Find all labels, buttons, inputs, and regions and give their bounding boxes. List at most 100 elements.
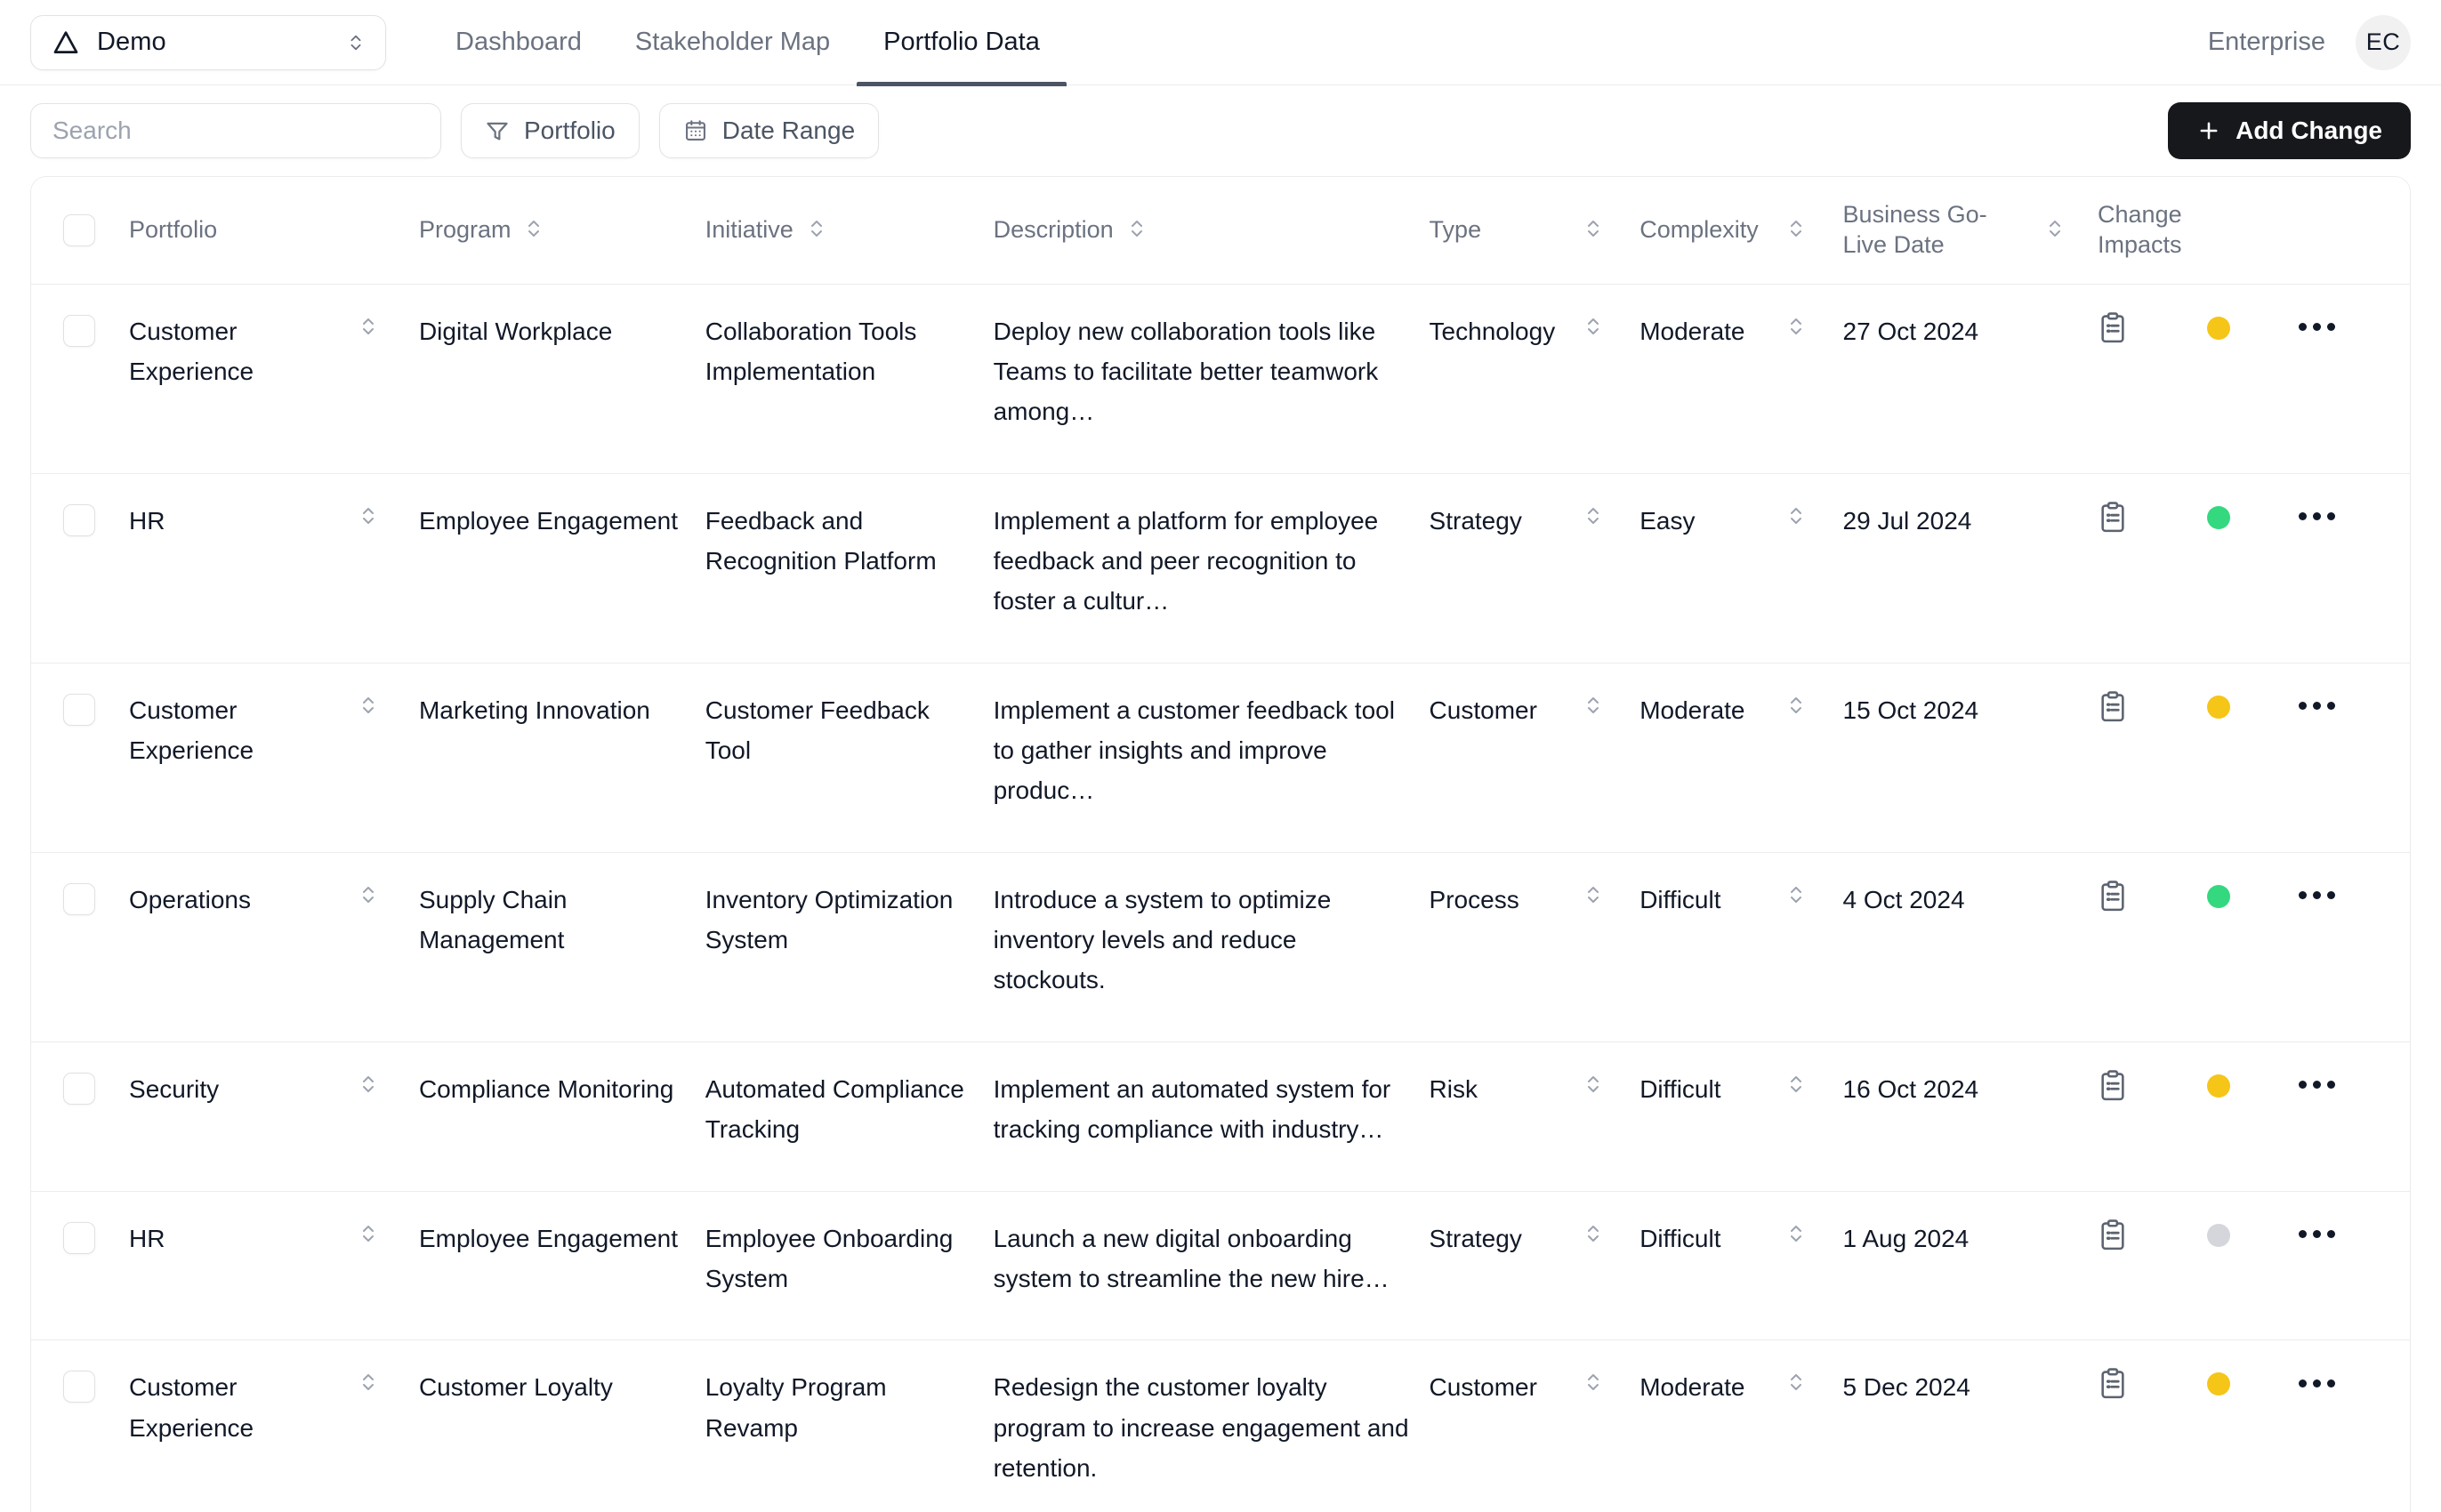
avatar[interactable]: EC [2356,14,2411,70]
sort-type-row-icon[interactable] [1583,501,1604,531]
select-all-checkbox[interactable] [63,213,95,246]
column-header-go-live-date-sort[interactable] [2043,177,2099,285]
clipboard-list-icon[interactable] [2098,1069,2128,1103]
sort-portfolio-row-icon[interactable] [358,690,379,720]
column-header-type-sort[interactable] [1582,177,1640,285]
clipboard-list-icon[interactable] [2098,690,2128,724]
sort-complexity-row-icon[interactable] [1785,880,1807,910]
row-select-checkbox[interactable] [63,882,95,915]
table-row[interactable]: Customer Experience Digital Workplace Coll… [31,284,2410,474]
cell-actions[interactable] [2299,1191,2410,1341]
sort-type-row-icon[interactable] [1583,690,1604,720]
cell-change-impacts[interactable] [2098,663,2207,853]
table-row[interactable]: Security Compliance Monitoring Automated C… [31,1042,2410,1192]
clipboard-list-icon[interactable] [2098,311,2128,345]
cell-complexity-sort[interactable] [1785,663,1843,853]
clipboard-list-icon[interactable] [2098,501,2128,535]
column-header-type[interactable]: Type [1429,177,1583,285]
column-header-initiative[interactable]: Initiative [705,177,994,285]
sort-portfolio-row-icon[interactable] [358,1069,379,1099]
cell-complexity-sort[interactable] [1785,1339,1843,1512]
cell-change-impacts[interactable] [2098,473,2207,664]
cell-complexity-sort[interactable] [1785,1042,1843,1192]
cell-type-sort[interactable] [1582,663,1640,853]
cell-portfolio-sort[interactable] [358,1191,419,1341]
sort-complexity-row-icon[interactable] [1785,1069,1807,1099]
more-horizontal-icon[interactable] [2299,1078,2336,1092]
clipboard-list-icon[interactable] [2098,1367,2128,1401]
cell-actions[interactable] [2299,1339,2410,1512]
cell-portfolio-sort[interactable] [358,473,419,664]
row-select-checkbox[interactable] [63,1371,95,1403]
cell-change-impacts[interactable] [2098,1191,2207,1341]
sort-go-live-date-icon[interactable] [2044,215,2066,245]
cell-portfolio-sort[interactable] [358,1339,419,1512]
row-select-checkbox[interactable] [63,314,95,347]
cell-actions[interactable] [2299,663,2410,853]
sort-type-icon[interactable] [1583,215,1604,245]
column-header-description[interactable]: Description [993,177,1430,285]
sort-initiative-icon[interactable] [806,215,827,245]
row-select-checkbox[interactable] [63,693,95,726]
cell-portfolio-sort[interactable] [358,1042,419,1192]
org-switcher[interactable]: Demo [30,14,386,70]
table-row[interactable]: HR Employee Engagement Employee Onboarding… [31,1191,2410,1341]
cell-change-impacts[interactable] [2098,1042,2207,1192]
cell-complexity-sort[interactable] [1785,473,1843,664]
cell-change-impacts[interactable] [2098,1339,2207,1512]
column-header-portfolio[interactable]: Portfolio [129,177,358,285]
cell-type-sort[interactable] [1582,852,1640,1042]
sort-description-icon[interactable] [1126,215,1148,245]
more-horizontal-icon[interactable] [2299,699,2336,713]
more-horizontal-icon[interactable] [2299,510,2336,524]
sort-complexity-row-icon[interactable] [1785,501,1807,531]
sort-complexity-row-icon[interactable] [1785,1218,1807,1249]
sort-type-row-icon[interactable] [1583,1069,1604,1099]
sort-complexity-row-icon[interactable] [1785,690,1807,720]
sort-portfolio-row-icon[interactable] [358,1367,379,1397]
cell-change-impacts[interactable] [2098,284,2207,474]
more-horizontal-icon[interactable] [2299,320,2336,334]
cell-complexity-sort[interactable] [1785,1191,1843,1341]
row-select-checkbox[interactable] [63,1072,95,1105]
table-row[interactable]: HR Employee Engagement Feedback and Recogn… [31,473,2410,664]
more-horizontal-icon[interactable] [2299,1227,2336,1242]
column-header-go-live-date[interactable]: Business Go- Live Date [1842,177,2044,285]
column-header-complexity-sort[interactable] [1785,177,1843,285]
cell-type-sort[interactable] [1582,473,1640,664]
sort-type-row-icon[interactable] [1583,1218,1604,1249]
sort-complexity-row-icon[interactable] [1785,1367,1807,1397]
cell-type-sort[interactable] [1582,284,1640,474]
clipboard-list-icon[interactable] [2098,880,2128,913]
cell-portfolio-sort[interactable] [358,663,419,853]
cell-type-sort[interactable] [1582,1042,1640,1192]
cell-actions[interactable] [2299,852,2410,1042]
cell-complexity-sort[interactable] [1785,852,1843,1042]
cell-complexity-sort[interactable] [1785,284,1843,474]
sort-complexity-row-icon[interactable] [1785,311,1807,342]
sort-type-row-icon[interactable] [1583,1367,1604,1397]
cell-change-impacts[interactable] [2098,852,2207,1042]
cell-actions[interactable] [2299,1042,2410,1192]
tab-portfolio-data[interactable]: Portfolio Data [857,0,1067,86]
more-horizontal-icon[interactable] [2299,889,2336,903]
date-range-button[interactable]: Date Range [658,103,880,158]
sort-portfolio-row-icon[interactable] [358,501,379,531]
add-change-button[interactable]: Add Change [2168,102,2411,159]
row-select-checkbox[interactable] [63,503,95,536]
cell-actions[interactable] [2299,473,2410,664]
column-header-complexity[interactable]: Complexity [1639,177,1786,285]
tab-dashboard[interactable]: Dashboard [429,0,608,85]
tab-stakeholder-map[interactable]: Stakeholder Map [608,0,857,85]
cell-portfolio-sort[interactable] [358,852,419,1042]
sort-complexity-icon[interactable] [1785,215,1807,245]
column-header-program[interactable]: Program [418,177,705,285]
cell-actions[interactable] [2299,284,2410,474]
sort-type-row-icon[interactable] [1583,311,1604,342]
sort-program-icon[interactable] [523,215,544,245]
table-row[interactable]: Customer Experience Marketing Innovation C… [31,663,2410,853]
sort-portfolio-row-icon[interactable] [358,1218,379,1249]
sort-type-row-icon[interactable] [1583,880,1604,910]
sort-portfolio-row-icon[interactable] [358,880,379,910]
sort-portfolio-row-icon[interactable] [358,311,379,342]
